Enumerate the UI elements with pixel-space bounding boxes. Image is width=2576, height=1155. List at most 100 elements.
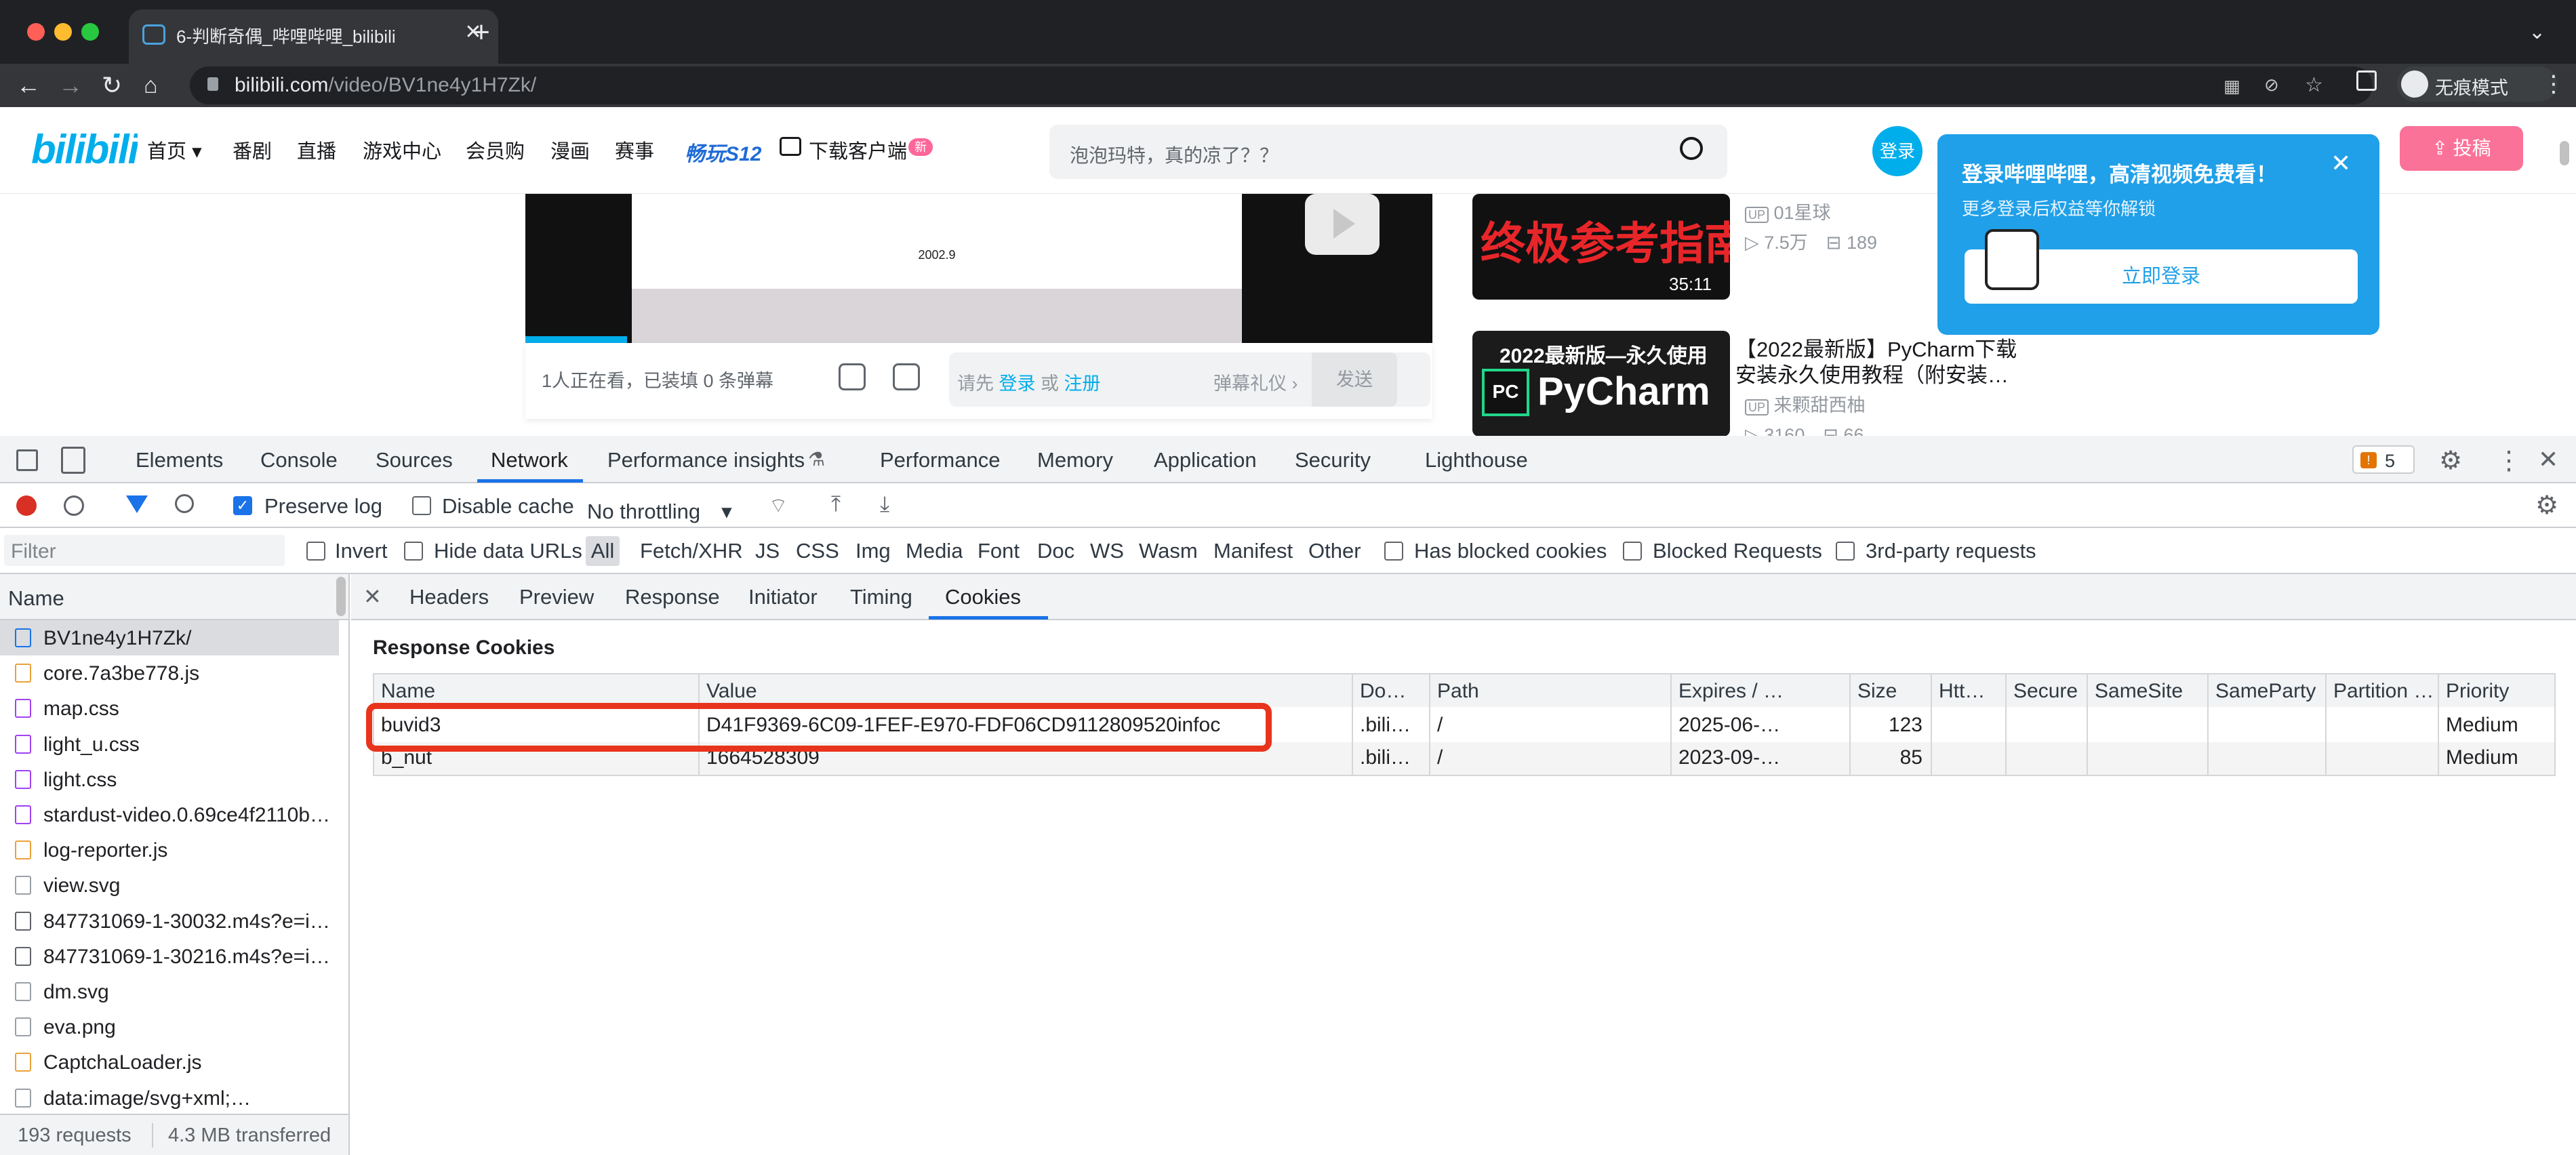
- tab-performance[interactable]: Performance: [880, 448, 1000, 472]
- column-divider[interactable]: [2005, 673, 2007, 776]
- request-row[interactable]: CaptchaLoader.js: [0, 1045, 339, 1080]
- detail-tab-headers[interactable]: Headers: [409, 585, 489, 609]
- play-button[interactable]: [1305, 194, 1380, 255]
- browser-menu-icon[interactable]: ⋮: [2542, 70, 2565, 98]
- cookie-column-header[interactable]: Htt…: [1939, 680, 2000, 703]
- request-row[interactable]: log-reporter.js: [0, 832, 339, 868]
- type-ws[interactable]: WS: [1090, 539, 1124, 563]
- close-window-button[interactable]: [27, 23, 45, 41]
- filter-input[interactable]: Filter: [4, 535, 285, 566]
- cookie-column-header[interactable]: Path: [1437, 680, 1665, 703]
- recommend-2-title-2[interactable]: 安装永久使用教程（附安装…: [1735, 358, 2009, 388]
- clear-icon[interactable]: [64, 495, 84, 516]
- detail-tab-response[interactable]: Response: [625, 585, 720, 609]
- hide-data-urls-checkbox[interactable]: [404, 542, 423, 561]
- cookie-column-header[interactable]: Name: [381, 680, 693, 703]
- progress-bar[interactable]: [525, 336, 627, 343]
- tab-search-chevron-icon[interactable]: ⌄: [2529, 20, 2545, 44]
- devtools-settings-icon[interactable]: ⚙: [2439, 445, 2462, 476]
- s12-banner[interactable]: 畅玩S12: [685, 137, 761, 167]
- network-settings-icon[interactable]: ⚙: [2535, 490, 2558, 521]
- recommend-thumb-1[interactable]: 终极参考指南 35:11: [1472, 194, 1730, 300]
- request-row[interactable]: eva.png: [0, 1009, 339, 1045]
- type-all-button[interactable]: All: [586, 536, 620, 566]
- upload-button[interactable]: ⇪ 投稿: [2400, 126, 2523, 171]
- type-fetch-xhr[interactable]: Fetch/XHR: [640, 539, 743, 563]
- request-row[interactable]: BV1ne4y1H7Zk/: [0, 620, 339, 655]
- detail-tab-cookies[interactable]: Cookies: [945, 585, 1021, 609]
- nav-download-client[interactable]: 下载客户端: [809, 136, 907, 164]
- back-icon[interactable]: ←: [16, 72, 41, 99]
- login-avatar-button[interactable]: 登录: [1872, 126, 1923, 176]
- danmaku-toggle-icon[interactable]: [839, 363, 866, 390]
- request-row[interactable]: stardust-video.0.69ce4f2110b…: [0, 797, 339, 832]
- request-row[interactable]: data:image/svg+xml;…: [0, 1080, 339, 1114]
- nav-bangumi[interactable]: 番剧: [233, 136, 272, 164]
- filter-funnel-icon[interactable]: [126, 495, 148, 513]
- nav-match[interactable]: 赛事: [615, 136, 654, 164]
- nav-game-center[interactable]: 游戏中心: [363, 136, 441, 164]
- cookie-column-header[interactable]: SameParty: [2215, 680, 2320, 703]
- type-wasm[interactable]: Wasm: [1139, 539, 1198, 563]
- incognito-badge[interactable]: 无痕模式: [2397, 66, 2557, 102]
- maximize-window-button[interactable]: [81, 23, 99, 41]
- danmaku-login-link[interactable]: 登录: [999, 373, 1036, 394]
- danmaku-settings-icon[interactable]: [893, 363, 920, 390]
- request-row[interactable]: core.7a3be778.js: [0, 655, 339, 691]
- tab-security[interactable]: Security: [1295, 448, 1371, 472]
- nav-live[interactable]: 直播: [297, 136, 336, 164]
- site-search-box[interactable]: 泡泡玛特，真的凉了？？: [1049, 125, 1727, 179]
- cookie-column-header[interactable]: Value: [706, 680, 1346, 703]
- type-media[interactable]: Media: [906, 539, 963, 563]
- throttling-select[interactable]: No throttling ▾: [587, 494, 732, 525]
- minimize-window-button[interactable]: [54, 23, 72, 41]
- request-row[interactable]: dm.svg: [0, 974, 339, 1009]
- third-party-checkbox[interactable]: [1836, 542, 1855, 561]
- tab-memory[interactable]: Memory: [1037, 448, 1113, 472]
- type-doc[interactable]: Doc: [1037, 539, 1074, 563]
- danmaku-etiquette-link[interactable]: 弹幕礼仪 ›: [1213, 369, 1298, 395]
- type-font[interactable]: Font: [978, 539, 1020, 563]
- site-search-input[interactable]: 泡泡玛特，真的凉了？？: [1070, 141, 1279, 168]
- blocked-requests-checkbox[interactable]: [1623, 542, 1642, 561]
- recommend-1-up[interactable]: UP 01星球: [1745, 198, 1831, 224]
- detail-tab-initiator[interactable]: Initiator: [748, 585, 818, 609]
- tab-lighthouse[interactable]: Lighthouse: [1425, 448, 1528, 472]
- login-popup-close-icon[interactable]: ✕: [2331, 149, 2351, 178]
- type-manifest[interactable]: Manifest: [1213, 539, 1293, 563]
- nav-mall[interactable]: 会员购: [466, 136, 525, 164]
- request-row[interactable]: 847731069-1-30032.m4s?e=i…: [0, 904, 339, 939]
- name-column-header[interactable]: Name: [8, 586, 64, 611]
- cookie-column-header[interactable]: Priority: [2446, 680, 2550, 703]
- cookie-column-header[interactable]: Partition …: [2333, 680, 2432, 703]
- column-divider[interactable]: [2325, 673, 2327, 776]
- column-divider[interactable]: [2438, 673, 2439, 776]
- column-divider[interactable]: [2207, 673, 2209, 776]
- recommend-2-up[interactable]: UP 来颗甜西柚: [1745, 390, 1866, 417]
- export-har-icon[interactable]: ⤓: [880, 491, 889, 517]
- request-row[interactable]: view.svg: [0, 868, 339, 903]
- detail-tab-preview[interactable]: Preview: [519, 585, 594, 609]
- tab-elements[interactable]: Elements: [136, 448, 223, 472]
- reload-icon[interactable]: ↻: [102, 72, 122, 99]
- tab-sources[interactable]: Sources: [376, 448, 453, 472]
- network-conditions-icon[interactable]: ⌔: [769, 493, 788, 519]
- forward-icon[interactable]: →: [58, 72, 83, 99]
- nav-home[interactable]: 首页 ▾: [147, 136, 202, 164]
- danmaku-input[interactable]: 请先 登录 或 注册 弹幕礼仪 › 发送: [949, 352, 1430, 407]
- cookie-column-header[interactable]: SameSite: [2095, 680, 2202, 703]
- close-detail-icon[interactable]: ✕: [363, 584, 382, 609]
- home-icon[interactable]: ⌂: [144, 72, 158, 99]
- search-icon[interactable]: [1680, 137, 1703, 160]
- request-list-scrollbar[interactable]: [336, 577, 346, 616]
- type-other[interactable]: Other: [1308, 539, 1361, 563]
- tab-network[interactable]: Network: [491, 448, 568, 472]
- inspect-element-icon[interactable]: [16, 449, 38, 471]
- record-icon[interactable]: [16, 495, 37, 516]
- invert-checkbox[interactable]: [306, 542, 325, 561]
- column-divider[interactable]: [1931, 673, 1932, 776]
- danmaku-register-link[interactable]: 注册: [1064, 373, 1101, 394]
- tracking-off-icon[interactable]: ⊘: [2264, 75, 2279, 96]
- omnibox[interactable]: bilibili.com/video/BV1ne4y1H7Zk/ ▦ ⊘ ☆: [190, 66, 2373, 104]
- request-row[interactable]: 847731069-1-30216.m4s?e=i…: [0, 939, 339, 974]
